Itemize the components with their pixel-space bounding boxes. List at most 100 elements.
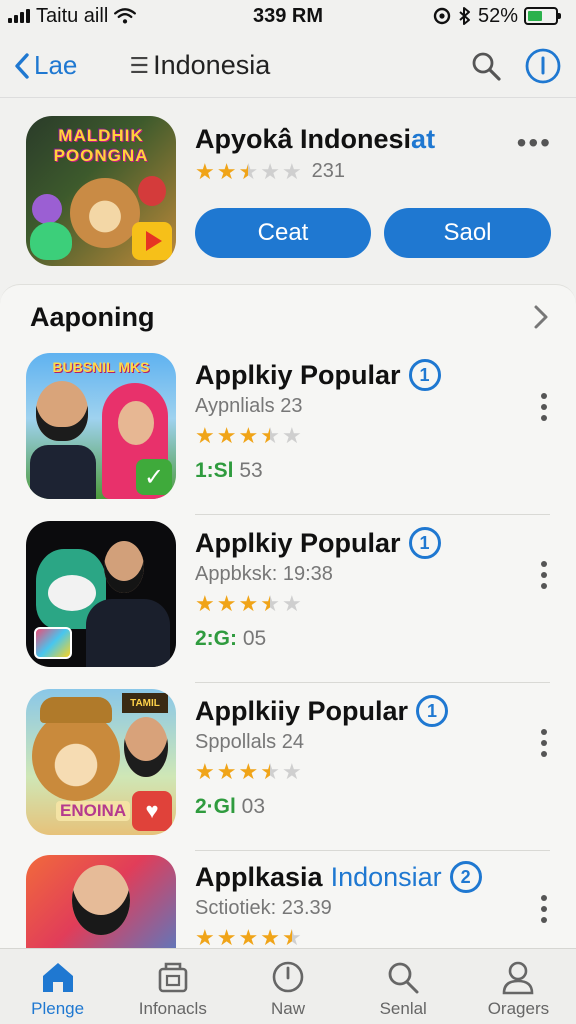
more-vertical-icon[interactable]: [534, 389, 554, 425]
app-meta-green: 2·Gl: [195, 795, 236, 818]
page-title: ☰ Indonesia: [129, 50, 270, 81]
section-title: Aaponing: [30, 301, 155, 332]
app-subtitle: Sctiotiek: 23.39: [195, 897, 332, 919]
app-title-text: Applkiiy Popular: [195, 695, 409, 726]
star-icon: ★: [195, 423, 215, 448]
status-bar: Taitu aill 339 RM 52%: [0, 0, 576, 32]
tab-profile[interactable]: Oragers: [461, 949, 576, 1024]
app-meta-rest: 03: [235, 795, 266, 818]
app-thumbnail[interactable]: [26, 521, 176, 667]
app-title: Applkiy Popular 1: [195, 359, 441, 391]
app-title: Applkiy Popular 1: [195, 527, 441, 559]
person-face: [124, 717, 168, 777]
star-icon: ★: [195, 925, 215, 949]
thumbnail-word-text: ENOINA: [56, 801, 131, 821]
app-title: Applkasia Indonsiar 2: [195, 861, 482, 893]
star-icon: ★: [281, 423, 302, 448]
list-item[interactable]: BUBSNIL MKS ✓ Applkiy Popular 1 Aypnlial…: [0, 349, 576, 515]
search-button[interactable]: [470, 50, 502, 82]
tab-bar: Plenge Infonacls Naw Senlal Oragers: [0, 948, 576, 1024]
rating-count: 231: [311, 160, 346, 182]
person-figure: [86, 599, 170, 667]
app-meta-green: 2:G:: [195, 627, 237, 650]
more-vertical-icon[interactable]: [534, 557, 554, 593]
app-meta: 2:G: 05: [195, 627, 266, 651]
star-icon: ★: [216, 158, 237, 184]
badge-number: 2: [449, 861, 482, 893]
star-icon: ★: [195, 759, 215, 784]
app-meta-rest: 05: [237, 627, 267, 650]
bear-mascot: [32, 711, 120, 801]
star-icon: ★: [216, 423, 237, 448]
tab-new[interactable]: Naw: [230, 949, 345, 1024]
store-icon: [158, 962, 188, 993]
star-rating: ★ ★ ★ ★ ★: [195, 593, 302, 615]
featured-title: Apyokâ Indonesiat: [195, 124, 435, 155]
star-icon: ★: [216, 759, 237, 784]
app-thumbnail[interactable]: BUBSNIL MKS ✓: [26, 353, 176, 499]
app-thumbnail[interactable]: TAMIL ENOINA ♥: [26, 689, 176, 835]
back-button[interactable]: Lae: [14, 50, 77, 81]
menu-icon: ☰: [129, 52, 150, 78]
star-icon: ★: [281, 759, 302, 784]
star-rating: ★ ★ ★ ★ ★: [195, 925, 302, 949]
back-label: Lae: [34, 50, 78, 80]
person-icon: [503, 961, 534, 995]
app-meta: 2·Gl 03: [195, 795, 265, 819]
primary-action-button[interactable]: Ceat: [195, 208, 371, 258]
app-title: Applkiiy Popular 1: [195, 695, 449, 727]
tab-home[interactable]: Plenge: [0, 949, 115, 1024]
star-icon: ★: [216, 591, 237, 616]
battery-percent: 52%: [477, 4, 518, 27]
star-icon: ★: [238, 759, 259, 784]
app-subtitle: Appbksk: 19:38: [195, 563, 333, 585]
star-icon: ★: [238, 591, 259, 616]
star-icon: ★: [260, 591, 280, 616]
info-button[interactable]: [524, 47, 562, 85]
more-vertical-icon[interactable]: [534, 891, 554, 927]
section-header[interactable]: Aaponing: [0, 285, 576, 349]
person-face: [118, 401, 154, 445]
list-item[interactable]: TAMIL ENOINA ♥ Applkiiy Popular 1 Sppoll…: [0, 685, 576, 851]
app-title-text: Applkiy Popular: [195, 359, 401, 390]
featured-app-icon[interactable]: MALDHIK POONGNA: [26, 116, 176, 266]
featured-app[interactable]: MALDHIK POONGNA Apyokâ Indonesiat ★ ★ ★ ★ ★…: [0, 108, 576, 278]
star-icon: ★: [260, 925, 280, 949]
search-icon: [388, 962, 419, 994]
tab-search[interactable]: Senlal: [346, 949, 461, 1024]
chevron-left-icon: [15, 52, 29, 79]
secondary-action-button[interactable]: Saol: [384, 208, 551, 258]
app-logo-icon: [34, 627, 72, 659]
tab-label: Infonacls: [138, 999, 207, 1018]
person-face: [104, 541, 144, 593]
green-character: [30, 222, 72, 260]
tab-label: Naw: [271, 999, 306, 1018]
person-face: [36, 381, 88, 441]
featured-title-accent: at: [411, 124, 436, 154]
more-options-button[interactable]: •••: [517, 129, 552, 157]
app-meta-green: 1:Sl: [195, 459, 234, 482]
checkmark-icon: ✓: [136, 459, 172, 495]
app-thumbnail[interactable]: [26, 855, 176, 948]
star-icon: ★: [238, 925, 259, 949]
nav-bar: Lae ☰ Indonesia: [0, 34, 576, 98]
app-subtitle: Aypnlials 23: [195, 395, 303, 417]
list-item[interactable]: Applkiy Popular 1 Appbksk: 19:38 ★ ★ ★ ★ ★ 2…: [0, 517, 576, 683]
list-item[interactable]: Applkasia Indonsiar 2 Sctiotiek: 23.39 ★…: [0, 851, 576, 948]
bluetooth-icon: [459, 7, 470, 25]
purple-character: [32, 194, 62, 224]
tab-label: Senlal: [379, 999, 427, 1018]
tab-store[interactable]: Infonacls: [115, 949, 230, 1024]
star-icon: ★: [195, 158, 215, 184]
star-icon: ★: [281, 591, 302, 616]
info-icon: [525, 48, 561, 83]
more-vertical-icon[interactable]: [534, 725, 554, 761]
page-title-text: Indonesia: [153, 50, 271, 80]
chevron-right-icon[interactable]: [532, 304, 550, 330]
app-title-text: Applkasia: [195, 861, 323, 892]
tab-label: Plenge: [31, 999, 85, 1018]
heart-icon: ♥: [132, 791, 172, 831]
hat-shape: [40, 697, 112, 723]
person-face: [72, 865, 130, 935]
app-subtitle: Sppollals 24: [195, 731, 304, 753]
